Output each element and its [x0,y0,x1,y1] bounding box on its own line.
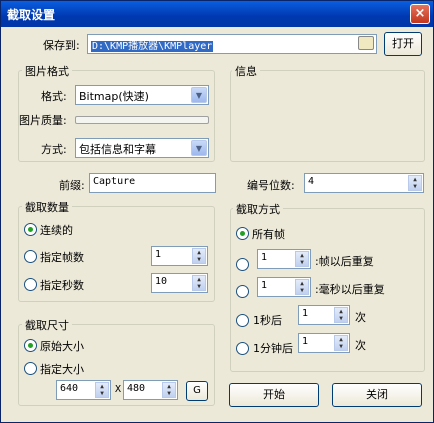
format-value: Bitmap(快速) [79,90,149,103]
repeat-frames-radio[interactable] [236,258,249,271]
repeat-frames-suffix: :帧以后重复 [315,255,374,268]
stepper-arrows-icon[interactable]: ▲ ▼ [334,307,348,323]
after-1m-label: 1分钟后 [253,342,293,355]
width-stepper[interactable]: 640 ▲ ▼ [56,380,111,400]
image-format-title: 图片格式 [22,63,72,79]
stepper-arrows-icon[interactable]: ▲ ▼ [192,248,206,264]
after-1m-radio[interactable] [236,342,249,355]
repeat-frames-value: 1 [261,252,268,263]
format-label: 格式: [41,90,67,103]
save-path-field[interactable]: D:\KMP播放器\KMPlayer [87,34,377,54]
custom-size-label: 指定大小 [40,363,84,376]
close-window-button[interactable]: × [410,4,430,24]
stepper-arrows-icon[interactable]: ▲ ▼ [295,279,309,295]
after-1s-radio[interactable] [236,314,249,327]
title-bar[interactable]: 截取设置 × [1,1,433,27]
after-1s-suffix: 次 [355,311,366,324]
repeat-ms-stepper[interactable]: 1 ▲ ▼ [257,277,311,297]
after-1s-label: 1秒后 [253,314,282,327]
after-1m-stepper[interactable]: 1 ▲ ▼ [298,333,350,353]
width-value: 640 [60,383,79,394]
repeat-frames-stepper[interactable]: 1 ▲ ▼ [257,249,311,269]
stepper-arrows-icon[interactable]: ▲ ▼ [334,335,348,351]
chevron-down-icon[interactable]: ▼ [191,87,207,103]
after-1m-value: 1 [302,336,309,347]
capture-count-title: 截取数量 [22,199,72,215]
folder-icon[interactable] [358,36,374,50]
repeat-ms-radio[interactable] [236,285,249,298]
digits-stepper[interactable]: 4 ▲ ▼ [304,173,424,193]
info-group [230,70,425,162]
repeat-ms-value: 1 [261,280,268,291]
size-separator: X [115,384,122,395]
digits-label: 编号位数: [247,179,295,192]
seconds-value: 10 [155,276,168,287]
method-value: 包括信息和字幕 [79,143,156,156]
window-title: 截取设置 [7,8,56,22]
method-label: 方式: [41,143,67,156]
capture-settings-window: 截取设置 × 保存到: D:\KMP播放器\KMPlayer 打开 图片格式 格… [0,0,434,423]
capture-size-title: 截取尺寸 [22,317,72,333]
g-button[interactable]: G [186,381,208,401]
close-button[interactable]: 关闭 [332,383,422,407]
stepper-arrows-icon[interactable]: ▲ ▼ [162,382,176,398]
start-button[interactable]: 开始 [229,383,319,407]
seconds-label: 指定秒数 [40,279,84,292]
original-size-label: 原始大小 [40,340,84,353]
frames-value: 1 [155,249,162,260]
after-1m-suffix: 次 [355,339,366,352]
frames-label: 指定帧数 [40,251,84,264]
continuous-radio[interactable] [24,223,37,236]
frames-stepper[interactable]: 1 ▲ ▼ [151,246,208,266]
seconds-radio[interactable] [24,278,37,291]
original-size-radio[interactable] [24,339,37,352]
chevron-down-icon[interactable]: ▼ [191,140,207,156]
custom-size-radio[interactable] [24,362,37,375]
prefix-field[interactable]: Capture [89,173,216,193]
digits-value: 4 [308,176,315,187]
stepper-arrows-icon[interactable]: ▲ ▼ [408,175,422,191]
info-title: 信息 [232,63,260,79]
quality-slider[interactable] [75,116,209,124]
after-1s-stepper[interactable]: 1 ▲ ▼ [298,305,350,325]
continuous-label: 连续的 [40,224,73,237]
stepper-arrows-icon[interactable]: ▲ ▼ [95,382,109,398]
save-path-value: D:\KMP播放器\KMPlayer [91,41,214,52]
frames-radio[interactable] [24,250,37,263]
after-1s-value: 1 [302,308,309,319]
repeat-ms-suffix: :毫秒以后重复 [315,283,385,296]
stepper-arrows-icon[interactable]: ▲ ▼ [295,251,309,267]
quality-label: 图片质量: [19,114,67,127]
save-to-label: 保存到: [43,39,80,52]
open-folder-button[interactable]: 打开 [384,32,422,56]
method-select[interactable]: 包括信息和字幕 ▼ [75,138,209,158]
stepper-arrows-icon[interactable]: ▲ ▼ [192,275,206,291]
capture-method-title: 截取方式 [233,201,283,217]
format-select[interactable]: Bitmap(快速) ▼ [75,85,209,105]
all-frames-label: 所有帧 [252,228,285,241]
seconds-stepper[interactable]: 10 ▲ ▼ [151,273,208,293]
prefix-label: 前缀: [59,179,85,192]
height-stepper[interactable]: 480 ▲ ▼ [123,380,178,400]
height-value: 480 [127,383,146,394]
all-frames-radio[interactable] [236,227,249,240]
